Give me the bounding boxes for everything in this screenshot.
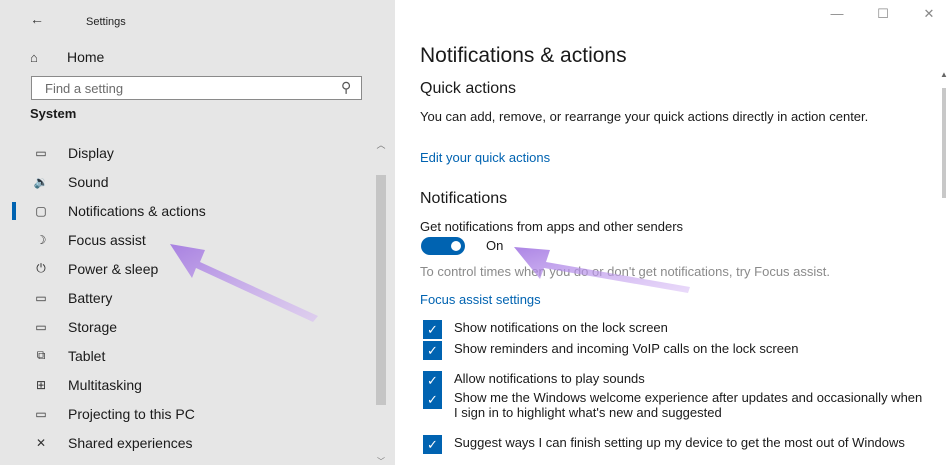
checkbox-row[interactable]: ✓ Show me the Windows welcome experience … bbox=[423, 390, 933, 420]
back-arrow-icon[interactable]: ← bbox=[30, 11, 44, 27]
page-title: Notifications & actions bbox=[420, 44, 627, 67]
multitasking-icon: ⊞ bbox=[35, 377, 47, 392]
quick-actions-heading: Quick actions bbox=[420, 80, 517, 97]
sidebar-item-notifications-actions[interactable]: ▢ Notifications & actions bbox=[0, 196, 372, 225]
notifications-icon: ▢ bbox=[35, 203, 47, 218]
checkbox-label: Show me the Windows welcome experience a… bbox=[454, 390, 923, 420]
checkbox-row[interactable]: ✓ Allow notifications to play sounds bbox=[423, 371, 933, 390]
home-nav-item[interactable]: ⌂ Home bbox=[30, 46, 104, 68]
sidebar: ← Settings ⌂ Home ⚲ System ▭ Display 🔉 Soun… bbox=[0, 0, 395, 465]
checkbox[interactable]: ✓ bbox=[423, 320, 442, 339]
settings-window: ← Settings ⌂ Home ⚲ System ▭ Display 🔉 Soun… bbox=[0, 0, 952, 465]
sidebar-item-label: Display bbox=[68, 144, 114, 161]
sidebar-item-label: Notifications & actions bbox=[68, 202, 206, 219]
projecting-icon: ▭ bbox=[35, 406, 47, 421]
minimize-button[interactable]: — bbox=[814, 6, 860, 26]
window-title: Settings bbox=[86, 16, 126, 28]
checkbox[interactable]: ✓ bbox=[423, 371, 442, 390]
window-controls: — ☐ ✕ bbox=[814, 6, 952, 26]
checkbox-row[interactable]: ✓ Show notifications on the lock screen bbox=[423, 320, 933, 339]
sidebar-item-label: Storage bbox=[68, 318, 118, 335]
sidebar-item-battery[interactable]: ▭ Battery bbox=[0, 283, 372, 312]
selection-indicator bbox=[12, 202, 16, 220]
checkbox-label: Allow notifications to play sounds bbox=[454, 371, 645, 386]
checkbox[interactable]: ✓ bbox=[423, 435, 442, 454]
sidebar-item-tablet[interactable]: ⧉ Tablet bbox=[0, 341, 372, 370]
sidebar-item-power-sleep[interactable]: ⏻ Power & sleep bbox=[0, 254, 372, 283]
notifications-toggle[interactable] bbox=[421, 237, 465, 255]
scrollbar-thumb[interactable] bbox=[376, 175, 386, 405]
battery-icon: ▭ bbox=[35, 290, 47, 305]
sidebar-scrollbar[interactable]: ︿ ﹀ bbox=[373, 138, 389, 465]
sidebar-item-label: Power & sleep bbox=[68, 260, 159, 277]
checkbox[interactable]: ✓ bbox=[423, 390, 442, 409]
power-icon: ⏻ bbox=[36, 261, 46, 275]
focus-assist-icon: ☽ bbox=[35, 232, 47, 247]
quick-actions-description: You can add, remove, or rearrange your q… bbox=[420, 109, 869, 124]
title-bar: ← Settings bbox=[0, 0, 395, 40]
sidebar-item-label: Battery bbox=[68, 289, 113, 306]
scrollbar-thumb[interactable] bbox=[942, 88, 946, 198]
home-label: Home bbox=[67, 49, 105, 65]
sidebar-item-shared-experiences[interactable]: ✕ Shared experiences bbox=[0, 428, 372, 457]
sidebar-item-multitasking[interactable]: ⊞ Multitasking bbox=[0, 370, 372, 399]
sidebar-item-focus-assist[interactable]: ☽ Focus assist bbox=[0, 225, 372, 254]
main-scrollbar[interactable]: ▲ bbox=[940, 70, 948, 465]
search-input[interactable] bbox=[45, 80, 325, 96]
scroll-up-icon[interactable]: ︿ bbox=[373, 138, 389, 150]
sidebar-item-display[interactable]: ▭ Display bbox=[0, 138, 372, 167]
home-icon: ⌂ bbox=[30, 49, 38, 65]
sidebar-item-storage[interactable]: ▭ Storage bbox=[0, 312, 372, 341]
storage-icon: ▭ bbox=[35, 319, 47, 334]
checkbox-row[interactable]: ✓ Show reminders and incoming VoIP calls … bbox=[423, 341, 933, 360]
sidebar-item-projecting-to-this-pc[interactable]: ▭ Projecting to this PC bbox=[0, 399, 372, 428]
scroll-down-icon[interactable]: ﹀ bbox=[373, 456, 389, 465]
edit-quick-actions-link[interactable]: Edit your quick actions bbox=[420, 150, 550, 165]
toggle-state-label: On bbox=[486, 238, 504, 253]
search-box[interactable]: ⚲ bbox=[31, 76, 362, 100]
search-icon[interactable]: ⚲ bbox=[341, 79, 351, 96]
sidebar-item-sound[interactable]: 🔉 Sound bbox=[0, 167, 372, 196]
sidebar-item-label: Multitasking bbox=[68, 376, 142, 393]
sidebar-item-label: Projecting to this PC bbox=[68, 405, 195, 422]
notifications-heading: Notifications bbox=[420, 190, 508, 207]
section-heading: System bbox=[30, 106, 77, 121]
display-icon: ▭ bbox=[35, 145, 47, 160]
checkbox-row[interactable]: ✓ Suggest ways I can finish setting up my… bbox=[423, 435, 933, 454]
toggle-knob bbox=[451, 241, 461, 251]
scroll-up-icon[interactable]: ▲ bbox=[940, 70, 948, 79]
checkbox-label: Show reminders and incoming VoIP calls o… bbox=[454, 341, 799, 356]
focus-assist-settings-link[interactable]: Focus assist settings bbox=[420, 292, 541, 307]
notifications-toggle-caption: Get notifications from apps and other se… bbox=[420, 219, 684, 234]
tablet-icon: ⧉ bbox=[36, 348, 46, 362]
sidebar-item-label: Focus assist bbox=[68, 231, 146, 248]
sidebar-item-label: Shared experiences bbox=[68, 434, 193, 451]
sidebar-item-label: Sound bbox=[68, 173, 109, 190]
main-panel: — ☐ ✕ Notifications & actions Quick acti… bbox=[395, 0, 952, 465]
checkbox-label: Show notifications on the lock screen bbox=[454, 320, 668, 335]
checkbox-label: Suggest ways I can finish setting up my … bbox=[454, 435, 905, 450]
checkbox[interactable]: ✓ bbox=[423, 341, 442, 360]
focus-assist-hint: To control times when you do or don't ge… bbox=[420, 264, 831, 279]
sidebar-item-label: Tablet bbox=[68, 347, 106, 364]
sidebar-nav: ▭ Display 🔉 Sound ▢ Notifications & actions ☽ F… bbox=[0, 138, 372, 457]
shared-experiences-icon: ✕ bbox=[35, 435, 47, 450]
close-button[interactable]: ✕ bbox=[906, 6, 952, 26]
maximize-button[interactable]: ☐ bbox=[860, 6, 906, 26]
sound-icon: 🔉 bbox=[33, 174, 49, 189]
